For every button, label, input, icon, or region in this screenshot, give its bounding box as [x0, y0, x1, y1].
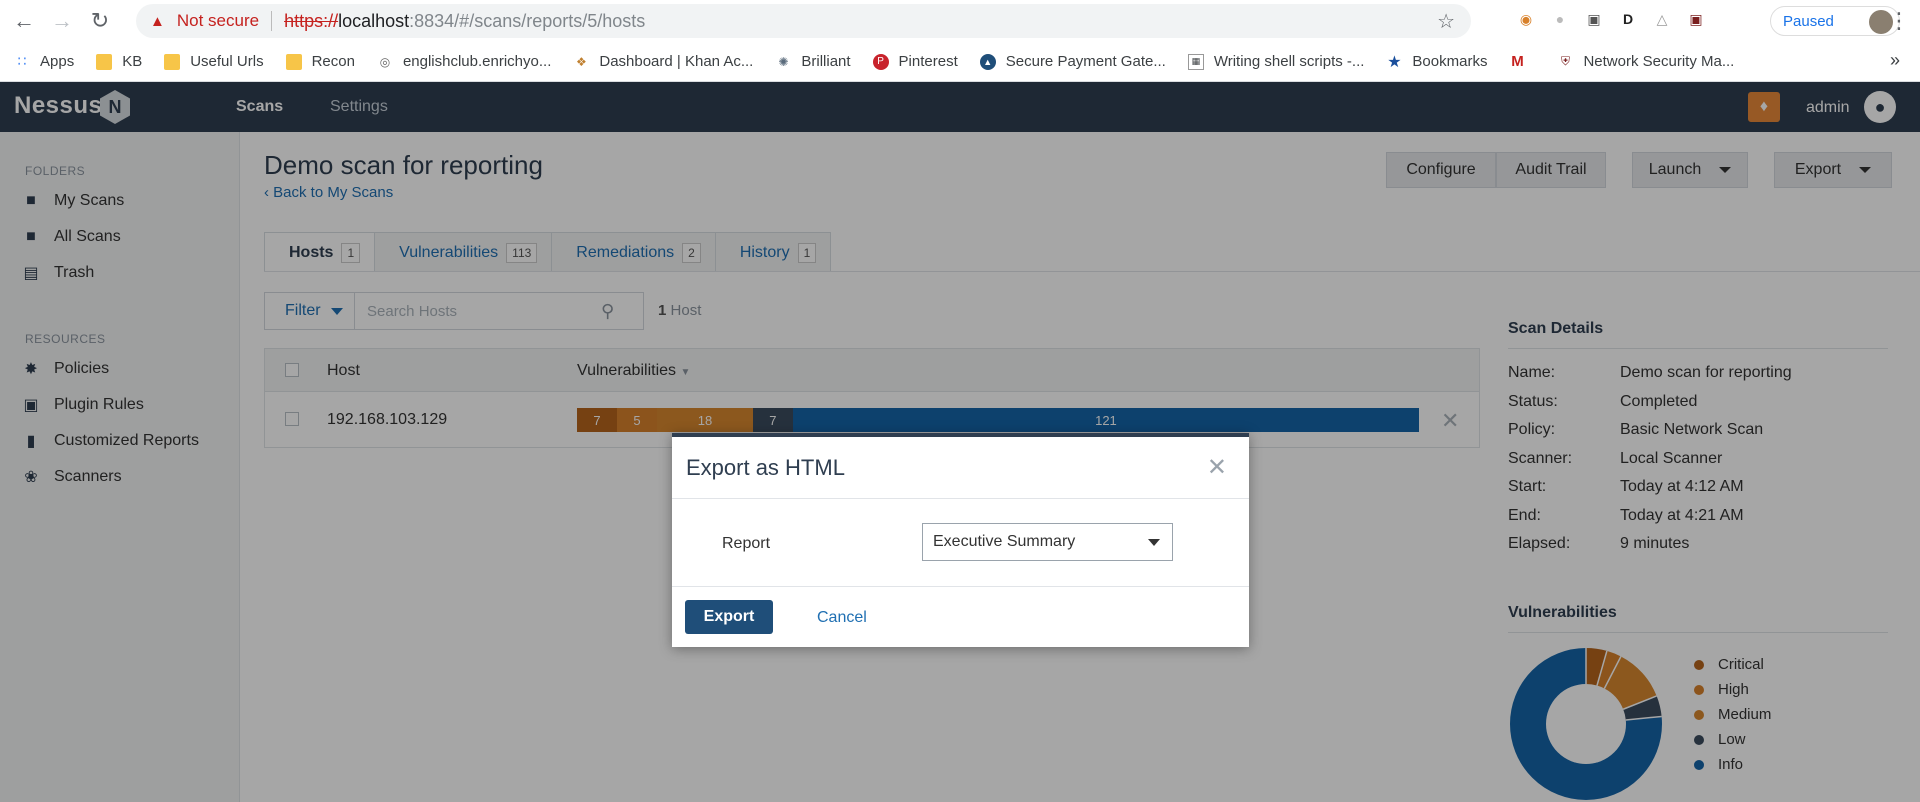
bookmark-label: englishclub.enrichyo...: [402, 53, 552, 70]
bookmark-label: Brilliant: [801, 53, 851, 70]
bookmark-englishclub[interactable]: ◎ englishclub.enrichyo...: [377, 53, 552, 70]
report-type-select[interactable]: Executive Summary: [922, 523, 1173, 561]
url-host: localhost: [338, 10, 410, 31]
url-scheme: https://: [284, 10, 339, 31]
bookmark-label: Recon: [311, 53, 355, 70]
modal-body: Report Executive Summary: [672, 499, 1249, 587]
bookmark-label: Dashboard | Khan Ac...: [599, 53, 754, 70]
export-button[interactable]: Export: [685, 600, 773, 634]
d-extension-icon[interactable]: D: [1617, 8, 1639, 30]
url-separator: [271, 11, 273, 31]
bookmark-pinterest[interactable]: P Pinterest: [872, 53, 958, 70]
bookmark-khan[interactable]: ❖ Dashboard | Khan Ac...: [573, 53, 753, 70]
folder-icon: [96, 53, 113, 70]
bookmark-useful-urls[interactable]: Useful Urls: [164, 53, 264, 70]
folder-icon: [285, 53, 302, 70]
browser-menu-icon[interactable]: ⋮: [1888, 8, 1910, 34]
circle-extension-icon[interactable]: ●: [1549, 8, 1571, 30]
profile-paused-button[interactable]: Paused: [1770, 6, 1900, 36]
reload-icon[interactable]: ↻: [86, 7, 114, 35]
close-icon[interactable]: ✕: [1207, 453, 1227, 482]
bookmark-network-security[interactable]: ⛨ Network Security Ma...: [1557, 53, 1734, 70]
pocket-extension-icon[interactable]: ▣: [1685, 8, 1707, 30]
bookmark-shell-scripts[interactable]: ▦ Writing shell scripts -...: [1187, 53, 1365, 70]
gmail-icon: M: [1511, 53, 1524, 70]
url-path: :8834/#/scans/reports/5/hosts: [409, 10, 646, 31]
bookmark-label: Apps: [40, 53, 75, 70]
export-modal: Export as HTML ✕ Report Executive Summar…: [672, 433, 1249, 647]
bookmark-label: Secure Payment Gate...: [1005, 53, 1166, 70]
bookmark-bookmarks[interactable]: ★ Bookmarks: [1386, 53, 1488, 71]
brilliant-icon: ✺: [778, 54, 789, 69]
bookmarks-bar: ∷ Apps KB Useful Urls Recon ◎ englishclub.…: [0, 42, 1920, 82]
bookmark-label: Writing shell scripts -...: [1213, 53, 1365, 70]
doc-icon: ▦: [1187, 53, 1204, 70]
back-arrow-icon[interactable]: ←: [10, 7, 38, 35]
report-selected-value: Executive Summary: [933, 533, 1076, 550]
folder-icon: [164, 53, 181, 70]
shield-icon: ⛨: [1560, 54, 1570, 68]
extension-icons: ◉ ● ▣ D △ ▣: [1515, 8, 1707, 30]
bookmark-label: Bookmarks: [1412, 53, 1488, 70]
modal-header: Export as HTML ✕: [672, 437, 1249, 499]
pinterest-icon: P: [872, 53, 889, 70]
report-label: Report: [722, 535, 771, 552]
cancel-link[interactable]: Cancel: [817, 609, 867, 627]
bookmark-payment[interactable]: ▲ Secure Payment Gate...: [979, 53, 1166, 70]
modal-footer: Export Cancel: [672, 587, 1249, 647]
khan-icon: ❖: [575, 54, 587, 69]
bookmark-apps[interactable]: ∷ Apps: [14, 53, 75, 70]
bookmark-kb[interactable]: KB: [96, 53, 142, 70]
box-extension-icon[interactable]: ▣: [1583, 8, 1605, 30]
bookmark-star-icon[interactable]: ☆: [1437, 9, 1455, 34]
bookmark-label: Network Security Ma...: [1583, 53, 1735, 70]
bookmark-label: Pinterest: [898, 53, 958, 70]
payment-icon: ▲: [979, 53, 996, 70]
bookmarks-overflow-icon[interactable]: »: [1890, 50, 1900, 71]
brave-extension-icon[interactable]: ◉: [1515, 8, 1537, 30]
bookmark-gmail[interactable]: M: [1509, 53, 1535, 70]
address-bar[interactable]: ▲ Not secure https:// localhost :8834/#/…: [136, 4, 1471, 38]
apps-grid-icon: ∷: [17, 53, 27, 69]
pdf-extension-icon[interactable]: △: [1651, 8, 1673, 30]
not-secure-label[interactable]: Not secure: [177, 11, 259, 31]
star-icon: ★: [1387, 53, 1402, 71]
caret-down-icon: [1148, 539, 1160, 546]
globe-icon: ◎: [379, 54, 391, 69]
warning-icon: ▲: [150, 12, 165, 30]
bookmark-brilliant[interactable]: ✺ Brilliant: [775, 53, 850, 70]
bookmark-label: KB: [122, 53, 143, 70]
paused-label: Paused: [1783, 12, 1834, 30]
bookmark-recon[interactable]: Recon: [285, 53, 355, 70]
modal-title: Export as HTML: [686, 455, 845, 480]
bookmark-label: Useful Urls: [190, 53, 264, 70]
forward-arrow-icon[interactable]: →: [48, 7, 76, 35]
browser-toolbar: ← → ↻ ▲ Not secure https:// localhost :8…: [0, 0, 1920, 42]
